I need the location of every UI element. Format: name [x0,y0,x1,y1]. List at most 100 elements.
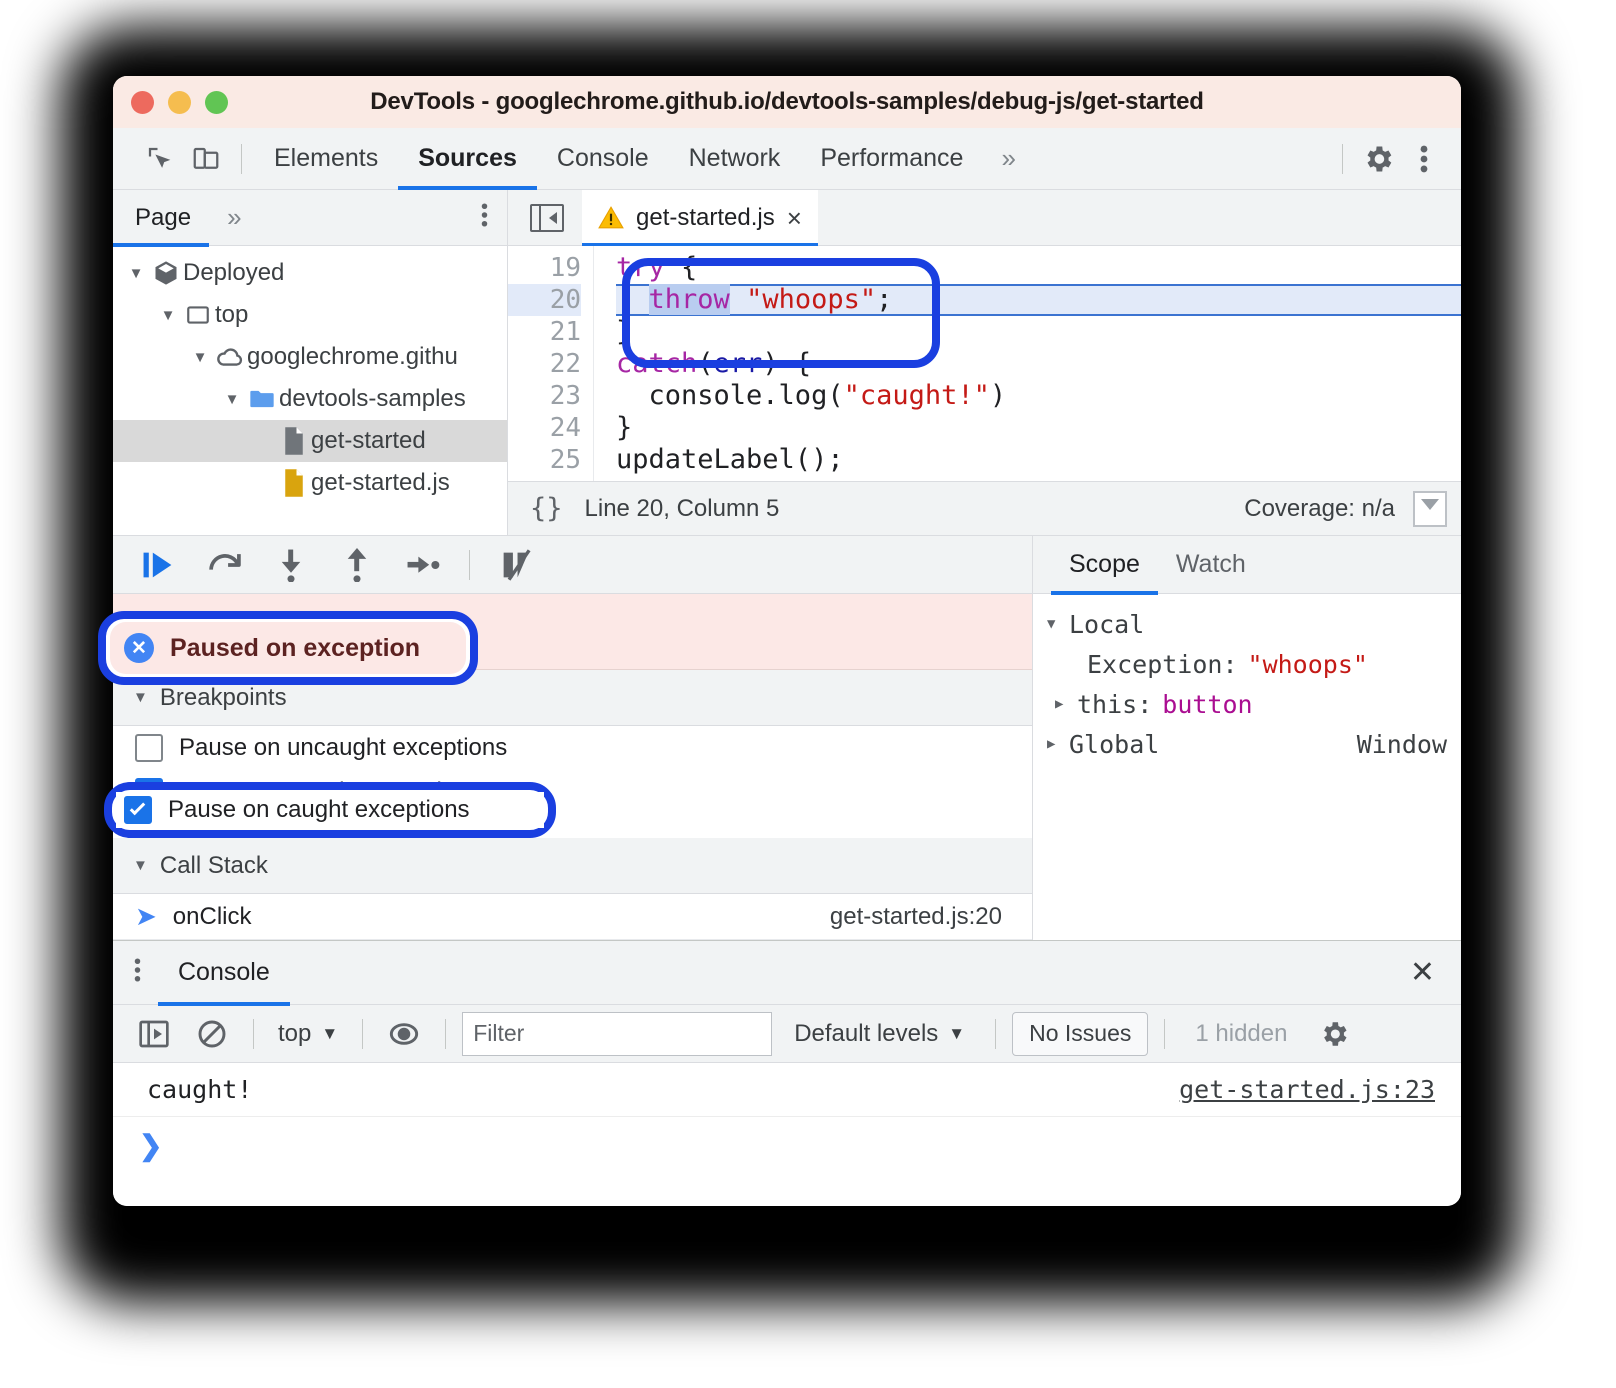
gear-icon[interactable] [1309,1011,1359,1057]
code-lines[interactable]: try { throw "whoops"; } catch(err) { con… [594,246,1461,481]
breakpoints-spacer [113,814,1032,838]
scope-row-local[interactable]: ▼ Local [1047,604,1461,644]
chevron-down-boxed-icon[interactable] [1413,490,1447,527]
expand-triangle-icon[interactable]: ▼ [187,349,213,366]
editor-tab-get-started-js[interactable]: get-started.js × [582,189,818,247]
close-window-button[interactable] [131,90,154,114]
call-stack-section-header[interactable]: ▼ Call Stack [113,838,1032,895]
token-plain: ; [876,284,893,315]
tree-node-domain[interactable]: ▼ googlechrome.githu [113,336,507,378]
inspect-cursor-icon[interactable] [137,136,183,182]
token-keyword: try [616,252,665,283]
cloud-icon [213,344,247,370]
resume-icon[interactable] [131,542,187,588]
call-stack-frame-location[interactable]: get-started.js:20 [830,903,1002,931]
issues-button-label: No Issues [1029,1020,1132,1046]
scope-row-global[interactable]: ▶ Global Window [1047,724,1461,764]
tab-scope[interactable]: Scope [1051,536,1158,595]
tab-sources[interactable]: Sources [398,128,537,190]
expand-triangle-icon[interactable]: ▶ [1047,736,1069,752]
console-sidebar-icon[interactable] [129,1011,179,1057]
issues-button[interactable]: No Issues [1012,1011,1149,1056]
console-log-levels-label: Default levels [794,1019,939,1047]
navigator-overflow-chevron-icon[interactable]: » [209,202,255,233]
console-context-label: top [278,1019,312,1047]
scope-row-exception: Exception: "whoops" [1047,644,1461,684]
scope-value: Window [1356,729,1447,759]
tab-elements[interactable]: Elements [254,128,398,190]
tab-sources-label: Sources [418,144,517,172]
drawer-kebab-menu-icon[interactable] [133,955,158,990]
pause-on-caught-exceptions-row[interactable]: Pause on caught exceptions [113,770,1032,814]
gear-icon[interactable] [1355,136,1401,182]
minimize-window-button[interactable] [168,90,191,114]
breakpoints-section-header[interactable]: ▼ Breakpoints [113,670,1032,726]
drawer-tab-console[interactable]: Console [158,941,290,1006]
file-tree: ▼ Deployed ▼ top ▼ googlechrome.githu ▼ … [113,246,507,504]
close-icon[interactable]: × [787,205,802,231]
line-number: 19 [549,253,581,283]
navigator-header: Page » [113,190,507,247]
zoom-window-button[interactable] [205,90,228,114]
close-icon[interactable]: ✕ [1410,955,1461,990]
step-icon[interactable] [395,542,451,588]
navigator-pane: Page » ▼ Deployed ▼ top ▼ googlechrome.g… [113,190,508,535]
collapse-triangle-icon[interactable]: ▼ [1047,616,1069,632]
show-navigator-icon[interactable] [530,203,564,232]
deactivate-breakpoints-icon[interactable] [488,542,544,588]
tree-node-deployed[interactable]: ▼ Deployed [113,252,507,294]
navigator-kebab-menu-icon[interactable] [480,200,507,235]
call-stack-section-label: Call Stack [159,851,268,879]
device-toolbar-icon[interactable] [183,136,229,182]
more-tabs-chevron-icon[interactable]: » [983,143,1029,174]
pause-on-uncaught-exceptions-checkbox[interactable] [135,733,163,762]
collapse-triangle-icon[interactable]: ▼ [133,689,148,706]
console-filter-input[interactable]: Filter [462,1011,773,1056]
clear-console-icon[interactable] [187,1011,237,1057]
token-plain: } [616,316,633,347]
debugger-pane: ✕ Paused on exception ▼ Breakpoints Paus… [113,536,1033,940]
live-expression-icon[interactable] [379,1011,429,1057]
folder-icon [245,387,279,411]
token-keyword-selected: throw [648,284,730,315]
expand-triangle-icon[interactable]: ▼ [123,265,149,282]
toolbar-divider-right [1342,143,1343,174]
chevron-down-icon: ▼ [321,1023,339,1043]
step-over-icon[interactable] [197,542,253,588]
navigator-tab-page[interactable]: Page [113,190,210,247]
console-drawer: Console ✕ top ▼ Filter Default levels ▼ … [113,940,1461,1206]
tree-node-get-started-js[interactable]: get-started.js [113,462,507,504]
console-log-levels-dropdown[interactable]: Default levels ▼ [780,1020,979,1048]
pretty-print-icon[interactable]: {} [530,493,563,524]
expand-triangle-icon[interactable]: ▼ [155,307,181,324]
tree-node-top[interactable]: ▼ top [113,294,507,336]
code-view[interactable]: 19 20 21 22 23 24 25 try { throw "whoops… [508,246,1461,481]
step-out-icon[interactable] [329,542,385,588]
console-message-source-link[interactable]: get-started.js:23 [1179,1075,1435,1104]
tab-performance[interactable]: Performance [800,128,983,190]
tab-watch[interactable]: Watch [1158,536,1264,594]
tree-node-label: Deployed [183,259,285,286]
expand-triangle-icon[interactable]: ▼ [219,391,245,408]
scope-tab-bar: Scope Watch [1033,536,1461,595]
tab-network[interactable]: Network [669,128,801,190]
pause-on-uncaught-exceptions-row[interactable]: Pause on uncaught exceptions [113,726,1032,770]
tree-node-get-started[interactable]: get-started [113,420,507,462]
console-context-selector[interactable]: top ▼ [270,1020,346,1048]
scope-key: Global [1069,729,1160,759]
collapse-triangle-icon[interactable]: ▼ [133,857,148,874]
current-frame-arrow-icon: ➤ [135,901,157,932]
pause-on-caught-exceptions-checkbox[interactable] [135,777,163,806]
call-stack-frame[interactable]: ➤ onClick get-started.js:20 [113,894,1032,940]
tree-node-folder[interactable]: ▼ devtools-samples [113,378,507,420]
tab-network-label: Network [688,144,781,172]
scope-row-this[interactable]: ▶ this: button [1047,684,1461,724]
editor-status-bar: {} Line 20, Column 5 Coverage: n/a [508,481,1461,535]
expand-triangle-icon[interactable]: ▶ [1055,696,1077,712]
step-into-icon[interactable] [263,542,319,588]
console-message: caught! get-started.js:23 [113,1063,1461,1117]
kebab-menu-icon[interactable] [1401,136,1447,182]
tab-console[interactable]: Console [537,128,669,190]
console-prompt[interactable]: ❯ [113,1117,1461,1173]
pause-exception-icon: ✕ [135,616,165,647]
